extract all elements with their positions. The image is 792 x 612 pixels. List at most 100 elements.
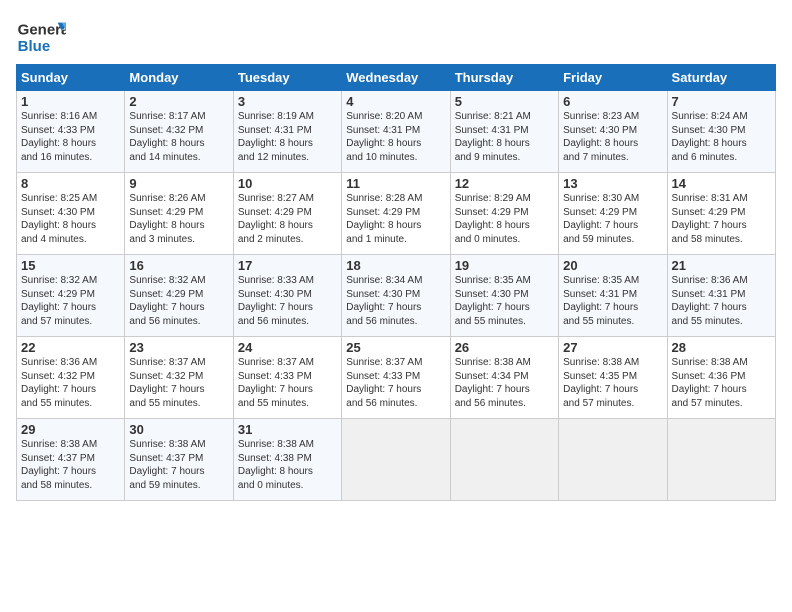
svg-text:Blue: Blue bbox=[18, 38, 51, 55]
cell-info: Sunrise: 8:36 AMSunset: 4:31 PMDaylight:… bbox=[672, 274, 771, 328]
cell-info: Sunrise: 8:19 AMSunset: 4:31 PMDaylight:… bbox=[238, 110, 337, 164]
calendar-header: SundayMondayTuesdayWednesdayThursdayFrid… bbox=[17, 65, 776, 91]
week-row-1: 1Sunrise: 8:16 AMSunset: 4:33 PMDaylight… bbox=[17, 91, 776, 173]
day-number: 9 bbox=[129, 176, 228, 191]
calendar-cell: 31Sunrise: 8:38 AMSunset: 4:38 PMDayligh… bbox=[233, 419, 341, 501]
header-row: SundayMondayTuesdayWednesdayThursdayFrid… bbox=[17, 65, 776, 91]
day-number: 3 bbox=[238, 94, 337, 109]
day-number: 18 bbox=[346, 258, 445, 273]
day-number: 22 bbox=[21, 340, 120, 355]
day-number: 4 bbox=[346, 94, 445, 109]
day-number: 28 bbox=[672, 340, 771, 355]
cell-info: Sunrise: 8:25 AMSunset: 4:30 PMDaylight:… bbox=[21, 192, 120, 246]
cell-info: Sunrise: 8:27 AMSunset: 4:29 PMDaylight:… bbox=[238, 192, 337, 246]
day-number: 20 bbox=[563, 258, 662, 273]
calendar-cell: 8Sunrise: 8:25 AMSunset: 4:30 PMDaylight… bbox=[17, 173, 125, 255]
header-day-sunday: Sunday bbox=[17, 65, 125, 91]
cell-info: Sunrise: 8:32 AMSunset: 4:29 PMDaylight:… bbox=[21, 274, 120, 328]
calendar-table: SundayMondayTuesdayWednesdayThursdayFrid… bbox=[16, 64, 776, 501]
calendar-cell: 17Sunrise: 8:33 AMSunset: 4:30 PMDayligh… bbox=[233, 255, 341, 337]
cell-info: Sunrise: 8:37 AMSunset: 4:33 PMDaylight:… bbox=[346, 356, 445, 410]
calendar-cell: 3Sunrise: 8:19 AMSunset: 4:31 PMDaylight… bbox=[233, 91, 341, 173]
calendar-cell: 24Sunrise: 8:37 AMSunset: 4:33 PMDayligh… bbox=[233, 337, 341, 419]
calendar-cell: 5Sunrise: 8:21 AMSunset: 4:31 PMDaylight… bbox=[450, 91, 558, 173]
calendar-cell: 26Sunrise: 8:38 AMSunset: 4:34 PMDayligh… bbox=[450, 337, 558, 419]
cell-info: Sunrise: 8:31 AMSunset: 4:29 PMDaylight:… bbox=[672, 192, 771, 246]
week-row-5: 29Sunrise: 8:38 AMSunset: 4:37 PMDayligh… bbox=[17, 419, 776, 501]
calendar-cell bbox=[450, 419, 558, 501]
day-number: 16 bbox=[129, 258, 228, 273]
day-number: 2 bbox=[129, 94, 228, 109]
calendar-cell: 1Sunrise: 8:16 AMSunset: 4:33 PMDaylight… bbox=[17, 91, 125, 173]
calendar-cell: 15Sunrise: 8:32 AMSunset: 4:29 PMDayligh… bbox=[17, 255, 125, 337]
cell-info: Sunrise: 8:30 AMSunset: 4:29 PMDaylight:… bbox=[563, 192, 662, 246]
day-number: 27 bbox=[563, 340, 662, 355]
day-number: 29 bbox=[21, 422, 120, 437]
calendar-cell: 19Sunrise: 8:35 AMSunset: 4:30 PMDayligh… bbox=[450, 255, 558, 337]
cell-info: Sunrise: 8:37 AMSunset: 4:33 PMDaylight:… bbox=[238, 356, 337, 410]
cell-info: Sunrise: 8:35 AMSunset: 4:31 PMDaylight:… bbox=[563, 274, 662, 328]
calendar-cell: 30Sunrise: 8:38 AMSunset: 4:37 PMDayligh… bbox=[125, 419, 233, 501]
calendar-container: General Blue SundayMondayTuesdayWednesda… bbox=[0, 0, 792, 612]
cell-info: Sunrise: 8:38 AMSunset: 4:36 PMDaylight:… bbox=[672, 356, 771, 410]
day-number: 21 bbox=[672, 258, 771, 273]
cell-info: Sunrise: 8:23 AMSunset: 4:30 PMDaylight:… bbox=[563, 110, 662, 164]
day-number: 19 bbox=[455, 258, 554, 273]
header: General Blue bbox=[16, 16, 776, 56]
cell-info: Sunrise: 8:36 AMSunset: 4:32 PMDaylight:… bbox=[21, 356, 120, 410]
cell-info: Sunrise: 8:33 AMSunset: 4:30 PMDaylight:… bbox=[238, 274, 337, 328]
calendar-cell: 28Sunrise: 8:38 AMSunset: 4:36 PMDayligh… bbox=[667, 337, 775, 419]
day-number: 17 bbox=[238, 258, 337, 273]
calendar-cell: 29Sunrise: 8:38 AMSunset: 4:37 PMDayligh… bbox=[17, 419, 125, 501]
header-day-monday: Monday bbox=[125, 65, 233, 91]
week-row-4: 22Sunrise: 8:36 AMSunset: 4:32 PMDayligh… bbox=[17, 337, 776, 419]
calendar-cell: 16Sunrise: 8:32 AMSunset: 4:29 PMDayligh… bbox=[125, 255, 233, 337]
calendar-cell: 9Sunrise: 8:26 AMSunset: 4:29 PMDaylight… bbox=[125, 173, 233, 255]
day-number: 15 bbox=[21, 258, 120, 273]
week-row-2: 8Sunrise: 8:25 AMSunset: 4:30 PMDaylight… bbox=[17, 173, 776, 255]
calendar-cell: 7Sunrise: 8:24 AMSunset: 4:30 PMDaylight… bbox=[667, 91, 775, 173]
cell-info: Sunrise: 8:29 AMSunset: 4:29 PMDaylight:… bbox=[455, 192, 554, 246]
cell-info: Sunrise: 8:34 AMSunset: 4:30 PMDaylight:… bbox=[346, 274, 445, 328]
calendar-cell: 6Sunrise: 8:23 AMSunset: 4:30 PMDaylight… bbox=[559, 91, 667, 173]
calendar-cell: 18Sunrise: 8:34 AMSunset: 4:30 PMDayligh… bbox=[342, 255, 450, 337]
calendar-cell: 14Sunrise: 8:31 AMSunset: 4:29 PMDayligh… bbox=[667, 173, 775, 255]
calendar-cell bbox=[667, 419, 775, 501]
calendar-cell: 11Sunrise: 8:28 AMSunset: 4:29 PMDayligh… bbox=[342, 173, 450, 255]
header-day-wednesday: Wednesday bbox=[342, 65, 450, 91]
day-number: 13 bbox=[563, 176, 662, 191]
cell-info: Sunrise: 8:38 AMSunset: 4:37 PMDaylight:… bbox=[129, 438, 228, 492]
cell-info: Sunrise: 8:16 AMSunset: 4:33 PMDaylight:… bbox=[21, 110, 120, 164]
cell-info: Sunrise: 8:37 AMSunset: 4:32 PMDaylight:… bbox=[129, 356, 228, 410]
week-row-3: 15Sunrise: 8:32 AMSunset: 4:29 PMDayligh… bbox=[17, 255, 776, 337]
calendar-cell: 22Sunrise: 8:36 AMSunset: 4:32 PMDayligh… bbox=[17, 337, 125, 419]
header-day-saturday: Saturday bbox=[667, 65, 775, 91]
cell-info: Sunrise: 8:21 AMSunset: 4:31 PMDaylight:… bbox=[455, 110, 554, 164]
calendar-cell: 25Sunrise: 8:37 AMSunset: 4:33 PMDayligh… bbox=[342, 337, 450, 419]
day-number: 30 bbox=[129, 422, 228, 437]
cell-info: Sunrise: 8:38 AMSunset: 4:34 PMDaylight:… bbox=[455, 356, 554, 410]
cell-info: Sunrise: 8:38 AMSunset: 4:37 PMDaylight:… bbox=[21, 438, 120, 492]
cell-info: Sunrise: 8:38 AMSunset: 4:38 PMDaylight:… bbox=[238, 438, 337, 492]
day-number: 6 bbox=[563, 94, 662, 109]
day-number: 31 bbox=[238, 422, 337, 437]
day-number: 14 bbox=[672, 176, 771, 191]
cell-info: Sunrise: 8:38 AMSunset: 4:35 PMDaylight:… bbox=[563, 356, 662, 410]
logo-icon: General Blue bbox=[16, 16, 66, 56]
calendar-cell: 12Sunrise: 8:29 AMSunset: 4:29 PMDayligh… bbox=[450, 173, 558, 255]
day-number: 8 bbox=[21, 176, 120, 191]
logo: General Blue bbox=[16, 16, 66, 56]
calendar-cell: 20Sunrise: 8:35 AMSunset: 4:31 PMDayligh… bbox=[559, 255, 667, 337]
cell-info: Sunrise: 8:32 AMSunset: 4:29 PMDaylight:… bbox=[129, 274, 228, 328]
cell-info: Sunrise: 8:24 AMSunset: 4:30 PMDaylight:… bbox=[672, 110, 771, 164]
cell-info: Sunrise: 8:26 AMSunset: 4:29 PMDaylight:… bbox=[129, 192, 228, 246]
day-number: 12 bbox=[455, 176, 554, 191]
day-number: 25 bbox=[346, 340, 445, 355]
cell-info: Sunrise: 8:28 AMSunset: 4:29 PMDaylight:… bbox=[346, 192, 445, 246]
calendar-cell: 23Sunrise: 8:37 AMSunset: 4:32 PMDayligh… bbox=[125, 337, 233, 419]
calendar-cell bbox=[559, 419, 667, 501]
day-number: 7 bbox=[672, 94, 771, 109]
calendar-cell bbox=[342, 419, 450, 501]
calendar-body: 1Sunrise: 8:16 AMSunset: 4:33 PMDaylight… bbox=[17, 91, 776, 501]
cell-info: Sunrise: 8:20 AMSunset: 4:31 PMDaylight:… bbox=[346, 110, 445, 164]
